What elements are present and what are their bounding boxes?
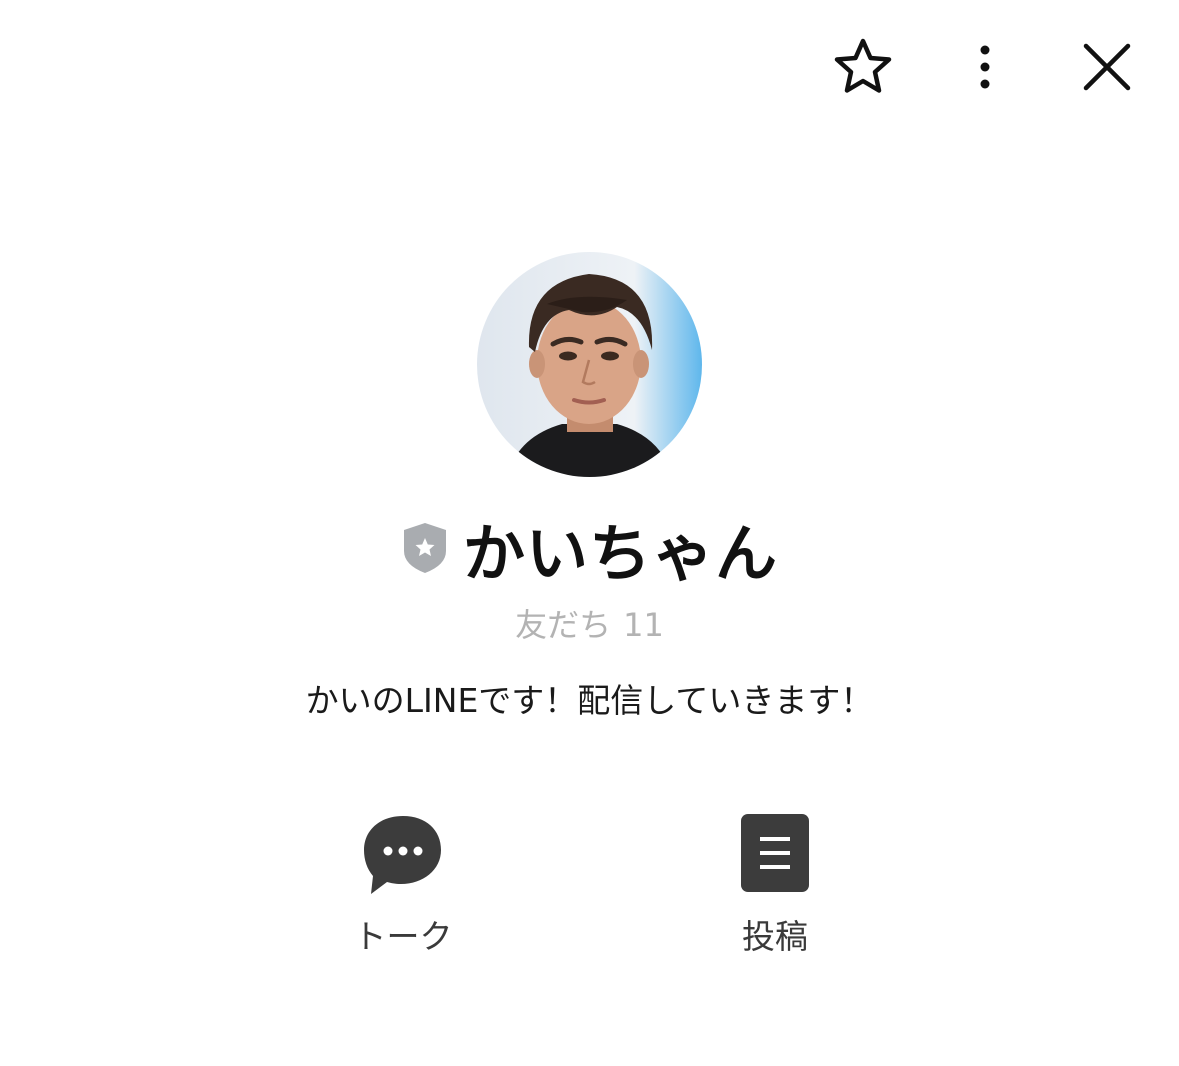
friends-label: 友だち [515, 606, 612, 644]
chat-bubble-icon [364, 816, 441, 894]
friends-count[interactable]: 友だち 11 [0, 600, 1179, 646]
talk-button[interactable]: トーク [303, 812, 503, 958]
profile-name-row: かいちゃん [0, 508, 1179, 590]
display-name: かいちゃん [462, 517, 778, 590]
star-outline-icon [834, 38, 892, 93]
friends-count-value: 11 [623, 606, 664, 644]
post-button[interactable]: 投稿 [675, 812, 875, 958]
talk-label: トーク [353, 917, 453, 956]
close-x-icon [1083, 43, 1131, 91]
favorite-button[interactable] [828, 34, 898, 100]
more-options-button[interactable] [950, 34, 1020, 100]
close-button[interactable] [1072, 34, 1142, 100]
shield-star-icon [403, 523, 446, 573]
profile-avatar[interactable] [477, 252, 702, 477]
avatar-image [477, 252, 702, 477]
post-document-icon [741, 814, 809, 892]
vertical-dots-icon [980, 45, 990, 89]
status-message: かいのLINEです！配信していきます！ [305, 681, 874, 720]
post-label: 投稿 [742, 917, 808, 956]
